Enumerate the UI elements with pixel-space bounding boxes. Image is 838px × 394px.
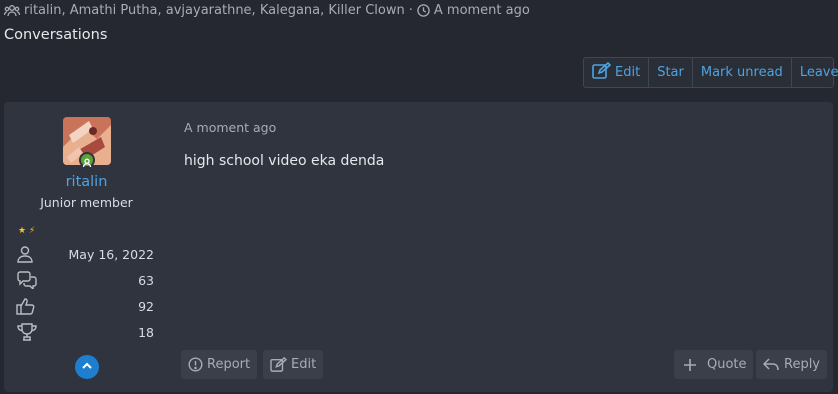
messages-icon bbox=[16, 271, 38, 289]
reply-icon bbox=[763, 357, 780, 372]
conversation-message: ritalin Junior member ★ ⚡ May 16, 2022 6… bbox=[4, 102, 833, 392]
chevron-up-icon bbox=[80, 358, 94, 377]
edit-conversation-label: Edit bbox=[615, 65, 641, 80]
plus-icon bbox=[683, 358, 697, 372]
stat-trophies-value: 18 bbox=[138, 324, 154, 340]
online-status-icon bbox=[79, 152, 95, 168]
leave-button[interactable]: Leave bbox=[792, 58, 838, 87]
conversation-toolbar: Edit Star Mark unread Leave bbox=[583, 57, 838, 88]
username-link[interactable]: ritalin bbox=[4, 174, 169, 190]
stat-joined: May 16, 2022 bbox=[16, 243, 154, 265]
edit-conversation-button[interactable]: Edit bbox=[584, 58, 650, 87]
trophy-icon bbox=[16, 323, 38, 341]
report-label: Report bbox=[207, 357, 251, 372]
user-icon bbox=[16, 245, 34, 263]
user-rank-stars: ★ ⚡ bbox=[18, 226, 36, 236]
clock-icon bbox=[417, 4, 430, 17]
stat-trophies: 18 bbox=[16, 321, 154, 343]
participants-list[interactable]: ritalin, Amathi Putha, avjayarathne, Kal… bbox=[24, 3, 405, 18]
report-icon bbox=[188, 357, 203, 372]
leave-label: Leave bbox=[799, 65, 838, 80]
page-title: Conversations bbox=[4, 27, 108, 43]
conversation-meta: ritalin, Amathi Putha, avjayarathne, Kal… bbox=[4, 3, 530, 18]
conversation-time: A moment ago bbox=[433, 3, 530, 18]
star-button[interactable]: Star bbox=[649, 58, 693, 87]
users-icon bbox=[4, 4, 20, 18]
reply-label: Reply bbox=[784, 357, 821, 372]
stat-messages: 63 bbox=[16, 269, 154, 291]
edit-message-label: Edit bbox=[291, 357, 317, 372]
message-time[interactable]: A moment ago bbox=[184, 120, 276, 135]
message-body: high school video eka denda bbox=[184, 153, 385, 169]
mark-unread-button[interactable]: Mark unread bbox=[693, 58, 792, 87]
stat-messages-value: 63 bbox=[138, 272, 154, 288]
stat-reactions: 92 bbox=[16, 295, 154, 317]
stat-reactions-value: 92 bbox=[138, 298, 154, 314]
reply-button[interactable]: Reply bbox=[756, 350, 828, 379]
star-label: Star bbox=[657, 65, 684, 80]
report-button[interactable]: Report bbox=[181, 350, 258, 379]
meta-separator: · bbox=[408, 3, 413, 18]
thumbs-up-icon bbox=[16, 297, 36, 315]
edit-icon bbox=[270, 357, 287, 372]
stat-joined-value: May 16, 2022 bbox=[68, 246, 154, 262]
user-title: Junior member bbox=[40, 195, 133, 210]
quote-label: Quote bbox=[707, 357, 747, 372]
scroll-to-top-button[interactable] bbox=[75, 355, 99, 379]
edit-icon bbox=[592, 61, 612, 83]
quote-button[interactable]: Quote bbox=[674, 350, 753, 379]
edit-message-button[interactable]: Edit bbox=[263, 350, 324, 379]
mark-unread-label: Mark unread bbox=[700, 65, 783, 80]
